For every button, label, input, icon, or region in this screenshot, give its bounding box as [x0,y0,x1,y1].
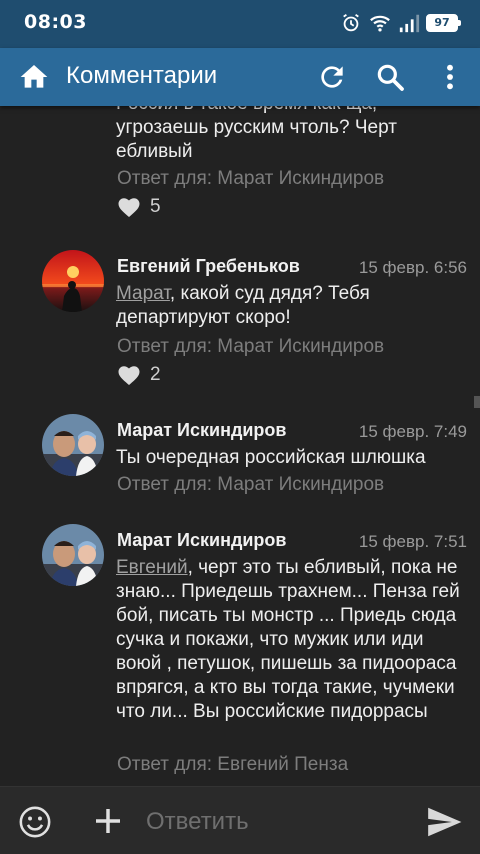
home-icon[interactable] [18,61,50,93]
alarm-icon [343,13,359,32]
plus-icon[interactable] [92,805,124,837]
comment-author[interactable]: Марат Искиндиров [117,530,287,551]
wifi-icon [370,15,390,32]
screen: 08:03 97 Комментарии Россия в такое врем… [0,0,480,854]
like-count: 5 [150,196,161,217]
refresh-icon[interactable] [316,61,348,93]
comment-author[interactable]: Марат Искиндиров [117,420,287,441]
comment-date: 15 февр. 7:51 [358,532,467,551]
comment-text-line: Россия в такое время как ща, [116,106,472,116]
mention-link[interactable]: Евгений [116,557,188,578]
comment-date: 15 февр. 7:49 [358,422,467,441]
avatar[interactable] [42,414,104,476]
comment-item[interactable]: Евгений Гребеньков 15 февр. 6:56 Марат, … [0,242,480,392]
signal-icon [399,14,420,33]
like-button[interactable]: 2 [117,364,161,386]
mention-link[interactable]: Марат [116,283,170,304]
status-icons: 97 [340,12,461,34]
comment-text-line: ебливый [116,141,193,162]
comment-item[interactable]: Россия в такое время как ща, угрозаешь р… [0,106,480,226]
page-title: Комментарии [66,62,218,89]
status-time: 08:03 [24,11,87,33]
reply-to-label[interactable]: Ответ для: Марат Искиндиров [117,474,384,496]
emoji-icon[interactable] [18,805,52,839]
comment-item[interactable]: Марат Искиндиров 15 февр. 7:49 Ты очеред… [0,406,480,506]
heart-icon [118,198,140,217]
comment-author[interactable]: Евгений Гребеньков [117,256,300,277]
reply-input[interactable] [146,805,396,839]
like-count: 2 [150,364,161,385]
comment-text-line: угрозаешь русским чтоль? Черт [116,117,397,138]
reply-to-label[interactable]: Ответ для: Евгений Пенза [117,754,348,776]
more-options-icon[interactable] [434,61,466,93]
comment-date: 15 февр. 6:56 [358,258,467,277]
avatar[interactable] [42,250,104,312]
comment-text: Россия в такое время как ща, угрозаешь р… [116,106,472,164]
comment-text: Евгений, черт это ты ебливый, пока не зн… [116,556,472,724]
person-photo-avatar [42,414,104,476]
avatar[interactable] [42,524,104,586]
scrollbar-thumb[interactable] [474,396,480,408]
comment-text: Марат, какой суд дядя? Тебя департируют … [116,282,472,330]
status-bar: 08:03 97 [0,0,480,48]
sunset-avatar-image [42,250,104,312]
send-icon[interactable] [424,803,464,841]
comment-text-body: , черт это ты ебливый, пока не знаю... П… [116,557,460,722]
like-button[interactable]: 5 [117,196,161,218]
person-photo-avatar [42,524,104,586]
comment-list[interactable]: Россия в такое время как ща, угрозаешь р… [0,106,480,786]
heart-icon [118,366,140,385]
reply-to-label[interactable]: Ответ для: Марат Искиндиров [117,336,384,358]
comment-item[interactable]: Марат Искиндиров 15 февр. 7:51 Евгений, … [0,516,480,786]
search-icon[interactable] [374,61,406,93]
comment-text: Ты очередная российская шлюшка [116,447,426,468]
reply-input-bar [0,786,480,854]
reply-to-label[interactable]: Ответ для: Марат Искиндиров [117,168,384,190]
battery-icon: 97 [426,14,461,32]
app-toolbar: Комментарии [0,48,480,106]
